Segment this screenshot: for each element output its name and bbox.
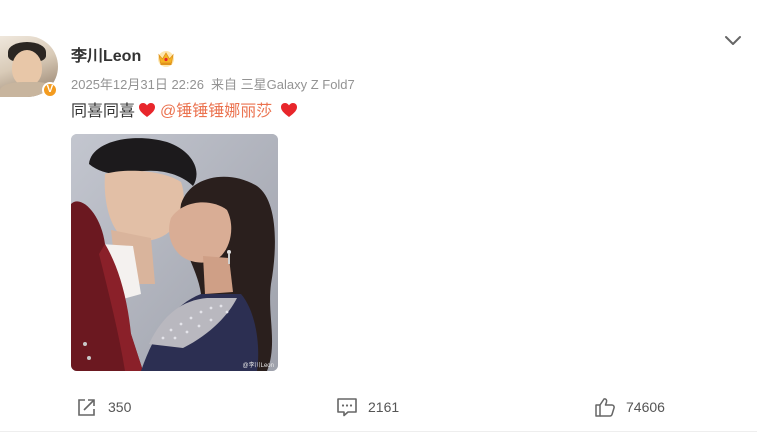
repost-count: 350	[108, 399, 132, 415]
thumbs-up-icon	[595, 398, 615, 417]
post-meta: 2025年12月31日 22:26 来自 三星Galaxy Z Fold7	[71, 77, 355, 93]
chevron-down-icon[interactable]	[724, 33, 742, 47]
post-image-illustration	[71, 134, 278, 371]
post-text: 同喜同喜 @锤锤锤娜丽莎	[71, 101, 300, 123]
image-watermark: @李川Leon	[242, 363, 274, 369]
post-text-body: 同喜同喜	[71, 103, 136, 120]
share-icon	[78, 399, 95, 416]
verified-badge-icon: V	[42, 82, 58, 98]
source-device: 三星Galaxy Z Fold7	[240, 77, 355, 92]
post-timestamp[interactable]: 2025年12月31日 22:26	[71, 77, 204, 92]
author-name[interactable]: 李川Leon	[71, 47, 141, 67]
weibo-post-card: V 李川Leon 2025年12月31日 22:26 来自 三星Galaxy Z …	[0, 0, 757, 434]
like-button[interactable]: 74606	[594, 396, 665, 418]
source-prefix: 来自	[210, 77, 237, 92]
card-divider	[0, 431, 757, 432]
comment-button[interactable]: 2161	[336, 396, 399, 418]
post-image[interactable]: @李川Leon	[71, 134, 278, 371]
crown-icon[interactable]	[156, 49, 176, 67]
comment-count: 2161	[368, 399, 400, 415]
avatar-face	[12, 50, 42, 86]
repost-button[interactable]: 350	[76, 396, 131, 418]
mention-link[interactable]: @锤锤锤娜丽莎	[160, 103, 272, 120]
like-count: 74606	[626, 399, 665, 415]
comment-icon	[337, 398, 357, 417]
heart-icon	[281, 103, 298, 117]
heart-icon	[139, 103, 156, 117]
